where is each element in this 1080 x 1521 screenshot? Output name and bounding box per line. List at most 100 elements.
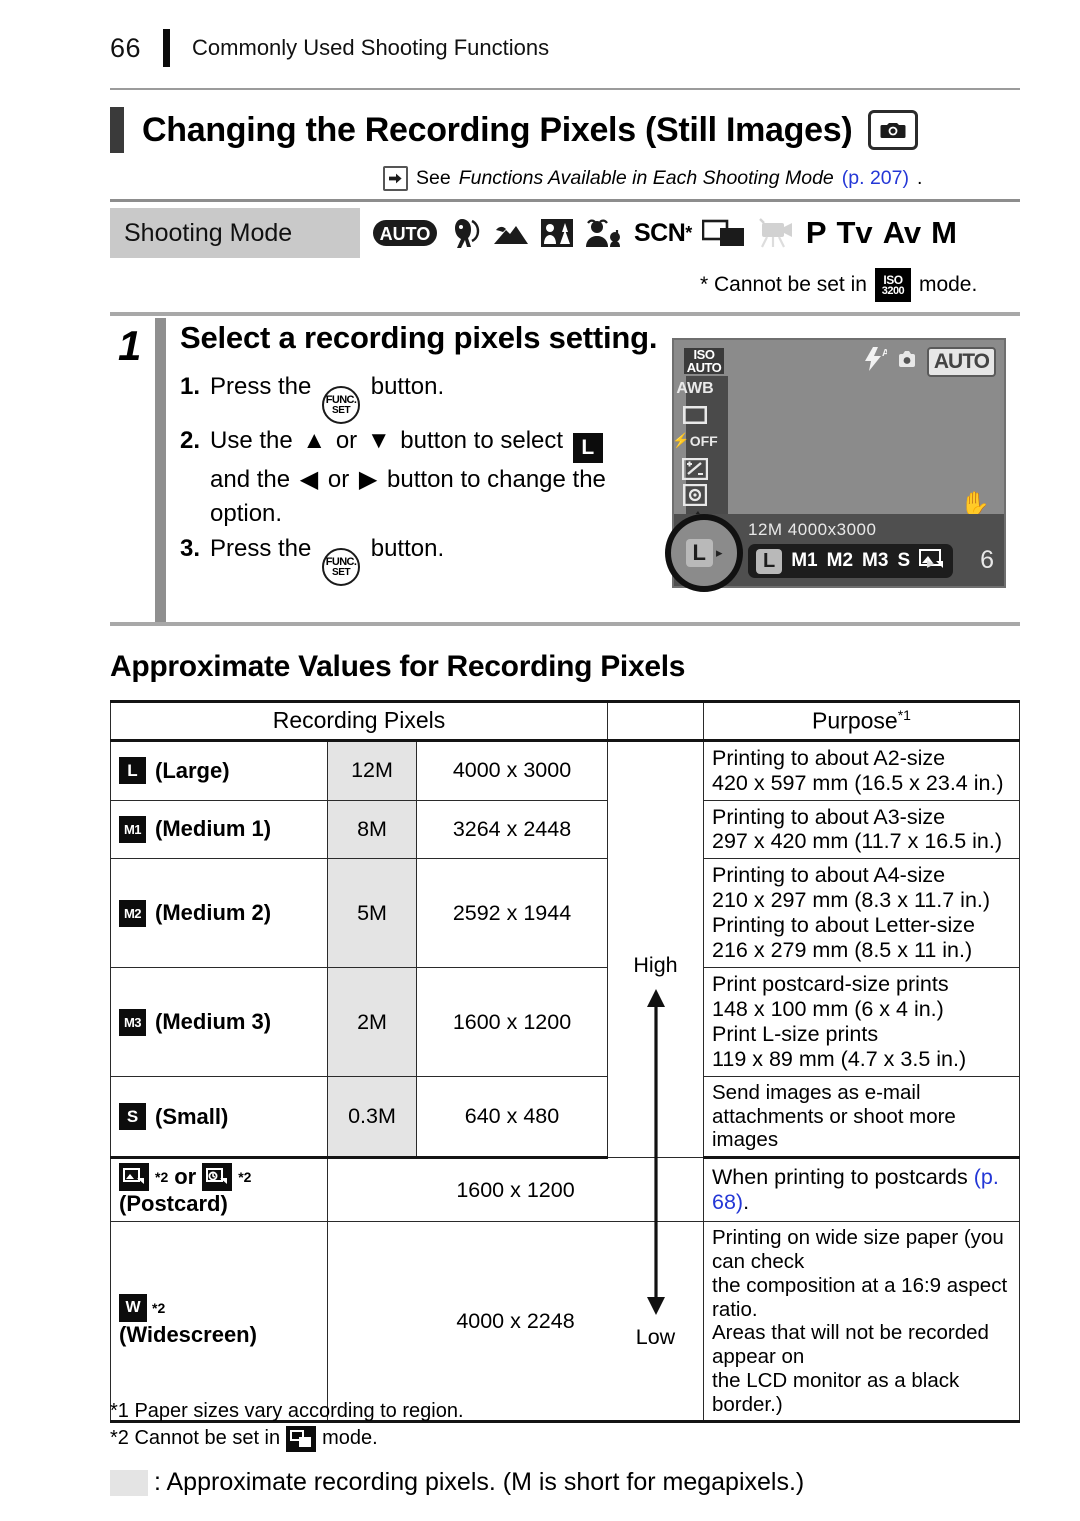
quality-arrow-graphic: High Low bbox=[616, 949, 695, 1354]
row-medium1-dimensions: 3264 x 2448 bbox=[416, 799, 608, 860]
postcard-date-icon bbox=[202, 1163, 233, 1192]
row-large-purpose: Printing to about A2-size 420 x 597 mm (1… bbox=[703, 739, 1020, 801]
row-postcard-name: *2 or *2 (Postcard) bbox=[110, 1157, 328, 1223]
header-quality-arrow bbox=[607, 700, 704, 742]
row-small-purpose: Send images as e-mail attachments or shoo… bbox=[703, 1075, 1020, 1160]
step-rule-top bbox=[110, 312, 1020, 316]
quality-low-label: Low bbox=[635, 1325, 676, 1350]
table-row: *2 or *2 (Postcard) 1600 x 1200 When pri… bbox=[110, 1157, 1020, 1223]
right-arrow-icon: ▶ bbox=[358, 466, 378, 494]
step-accent-bar bbox=[155, 318, 166, 622]
step-number: 1 bbox=[118, 322, 142, 369]
large-size-icon: L bbox=[572, 433, 603, 464]
option-S[interactable]: S bbox=[897, 550, 910, 572]
step-rule-bottom bbox=[110, 622, 1020, 626]
program-mode-icon: P bbox=[805, 215, 827, 250]
row-medium2-megapixels: 5M bbox=[327, 858, 417, 969]
shots-remaining: 6 bbox=[980, 546, 994, 574]
recording-pixels-option-strip[interactable]: L M1 M2 M3 S bbox=[748, 544, 954, 578]
av-mode-icon: Av bbox=[882, 215, 922, 250]
table-row: W *2 (Widescreen) 4000 x 2248 Printing o… bbox=[110, 1221, 1020, 1424]
widescreen-icon: W bbox=[119, 1294, 147, 1323]
see-page-link[interactable]: (p. 207) bbox=[842, 167, 909, 190]
lcd-screen-illustration: ISO AUTO AWB ⚡ OFF A AUTO ✋ 12M 4000x3000 … bbox=[665, 338, 1006, 592]
up-arrow-icon: ▲ bbox=[302, 427, 327, 455]
metering-mode-icon bbox=[674, 484, 716, 506]
shooting-mode-icon-list: AUTO SCN * P Tv Av M bbox=[360, 208, 1020, 258]
header-rule bbox=[110, 88, 1020, 90]
row-postcard-purpose: When printing to postcards (p. 68). bbox=[703, 1157, 1020, 1223]
footnote-1: *1 Paper sizes vary according to region. bbox=[110, 1400, 464, 1422]
left-arrow-icon: ◀ bbox=[299, 466, 319, 494]
quality-arrow-cell: High Low bbox=[607, 739, 704, 1349]
manual-page: 66 Commonly Used Shooting Functions Chan… bbox=[0, 0, 1080, 1521]
medium1-size-icon: M1 bbox=[119, 815, 146, 843]
next-option-arrow-icon[interactable]: ▸ bbox=[927, 554, 935, 572]
legend-swatch bbox=[110, 1469, 148, 1496]
row-large-dimensions: 4000 x 3000 bbox=[416, 739, 608, 801]
header-purpose: Purpose*1 bbox=[703, 700, 1020, 742]
page-title-row: Changing the Recording Pixels (Still Ima… bbox=[110, 104, 1020, 156]
legend-text: : Approximate recording pixels. (M is sh… bbox=[154, 1468, 805, 1496]
table-row: S (Small) 0.3M 640 x 480 Send images as e… bbox=[110, 1075, 1020, 1160]
kids-and-pets-mode-icon bbox=[584, 217, 624, 249]
see-italic-ref: Functions Available in Each Shooting Mod… bbox=[458, 167, 834, 189]
double-arrow-icon bbox=[646, 988, 665, 1315]
row-medium3-purpose: Print postcard-size prints 148 x 100 mm (… bbox=[703, 967, 1020, 1077]
option-M2[interactable]: M2 bbox=[827, 550, 853, 572]
table-row: M1 (Medium 1) 8M 3264 x 2448 Printing to … bbox=[110, 799, 1020, 860]
see-prefix: See bbox=[416, 167, 451, 189]
medium2-size-icon: M2 bbox=[119, 899, 146, 927]
table-header-row: Recording Pixels Purpose*1 bbox=[110, 700, 1020, 742]
substep-3: 3. Press the FUNC. SET button. bbox=[180, 532, 660, 587]
row-small-dimensions: 640 x 480 bbox=[416, 1075, 608, 1160]
row-widescreen-name: W *2 (Widescreen) bbox=[110, 1221, 328, 1424]
recording-pixels-table: Recording Pixels Purpose*1 L (Large) 12M … bbox=[110, 700, 1020, 1424]
footnotes: *1 Paper sizes vary according to region.… bbox=[110, 1398, 464, 1452]
note-suffix: mode. bbox=[918, 273, 978, 296]
medium3-size-icon: M3 bbox=[119, 1008, 146, 1036]
substep-1: 1. Press the FUNC. SET button. bbox=[180, 370, 660, 425]
exposure-compensation-icon bbox=[674, 458, 716, 480]
stitch-assist-icon bbox=[286, 1425, 317, 1452]
callout-arrow-icon: ▸ bbox=[715, 545, 723, 560]
row-medium2-purpose: Printing to about A4-size 210 x 297 mm (8… bbox=[703, 858, 1020, 969]
lcd-resolution-text: 12M 4000x3000 bbox=[748, 520, 877, 539]
red-eye-icon bbox=[897, 347, 917, 376]
awb-icon: AWB bbox=[676, 380, 714, 397]
step-body: Select a recording pixels setting. 1. Pr… bbox=[180, 320, 660, 587]
flash-off-icon: ⚡ OFF bbox=[672, 432, 718, 449]
scn-mode-icon: SCN * bbox=[634, 218, 692, 247]
page-title: Changing the Recording Pixels (Still Ima… bbox=[142, 110, 853, 149]
header-divider bbox=[163, 29, 171, 67]
row-large-name: L (Large) bbox=[110, 739, 328, 801]
page-number: 66 bbox=[110, 32, 142, 63]
auto-mode-icon: AUTO bbox=[372, 218, 438, 248]
substep-2: 2. Use the ▲ or ▼ button to select L and… bbox=[180, 424, 660, 531]
auto-mode-badge: AUTO bbox=[926, 346, 996, 377]
option-M1[interactable]: M1 bbox=[791, 550, 817, 572]
row-small-megapixels: 0.3M bbox=[327, 1075, 417, 1160]
step-heading: Select a recording pixels setting. bbox=[180, 320, 658, 355]
down-arrow-icon: ▼ bbox=[366, 427, 391, 455]
tv-mode-icon: Tv bbox=[836, 215, 873, 250]
iso-auto-indicator: ISO AUTO bbox=[684, 348, 724, 374]
iso3200-icon: ISO 3200 bbox=[874, 268, 911, 302]
row-small-name: S (Small) bbox=[110, 1075, 328, 1160]
step-substeps: 1. Press the FUNC. SET button. 2. Use the… bbox=[180, 370, 660, 587]
option-L-selected[interactable]: L bbox=[756, 548, 783, 574]
small-size-icon: S bbox=[119, 1103, 146, 1131]
manual-mode-icon: M bbox=[931, 215, 957, 250]
substep-2-number: 2. bbox=[180, 427, 201, 455]
lcd-status-icons: A AUTO bbox=[863, 346, 996, 377]
option-M3[interactable]: M3 bbox=[862, 550, 888, 572]
scn-asterisk: * bbox=[685, 222, 692, 243]
table-row: L (Large) 12M 4000 x 3000 High Low Printi… bbox=[110, 739, 1020, 1349]
title-accent-bar bbox=[110, 107, 124, 153]
title-rule bbox=[110, 199, 1020, 202]
camera-icon bbox=[868, 110, 919, 150]
postcard-icon bbox=[119, 1163, 149, 1192]
night-snapshot-mode-icon bbox=[540, 217, 574, 249]
substep-1-text: Press the FUNC. SET button. bbox=[210, 370, 444, 425]
large-size-icon: L bbox=[119, 757, 146, 785]
